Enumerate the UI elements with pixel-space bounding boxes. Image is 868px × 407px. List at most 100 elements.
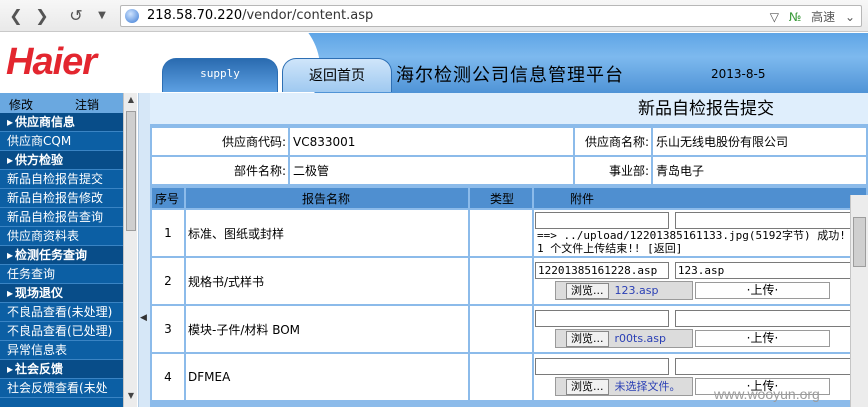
main-scrollbar[interactable] [850, 195, 868, 407]
sidebar-section[interactable]: 社会反馈 [0, 360, 123, 379]
sidebar-section[interactable]: 检测任务查询 [0, 246, 123, 265]
sidebar-item[interactable]: 供应商资料表 [0, 227, 123, 246]
scroll-thumb[interactable] [853, 217, 866, 267]
attachment-cell: 浏览... r00ts.asp ·上传· [534, 306, 866, 352]
attachment-cell: ==> ../upload/12201385161133.jpg(5192字节)… [534, 210, 866, 256]
sidebar-item[interactable]: 新品自检报告查询 [0, 208, 123, 227]
upload-button[interactable]: ·上传· [695, 330, 830, 347]
column-header: 附件 [534, 188, 866, 208]
sidebar-scrollbar[interactable]: ▲ ▼ [123, 93, 137, 407]
sidebar-section[interactable]: 现场退仪 [0, 284, 123, 303]
file-picker[interactable]: 浏览... r00ts.asp [555, 329, 693, 348]
supplier-code-value: VC833001 [290, 128, 573, 155]
watermark: www.wooyun.org [714, 386, 820, 402]
upload-button[interactable]: ·上传· [695, 282, 830, 299]
sidebar-item[interactable]: 不良品查看(未处理) [0, 303, 123, 322]
report-type [470, 258, 532, 304]
history-dropdown-icon[interactable]: ▼ [92, 6, 112, 26]
sidebar-item[interactable]: 新品自检报告修改 [0, 189, 123, 208]
scroll-thumb[interactable] [126, 111, 136, 231]
attachment-path-input[interactable]: 123.asp [674, 262, 863, 279]
sidebar-section[interactable]: 供应商信息 [0, 113, 123, 132]
supplier-name-value: 乐山无线电股份有限公司 [653, 128, 866, 155]
division-label: 事业部: [575, 157, 651, 184]
sidebar-item[interactable]: 新品自检报告提交 [0, 170, 123, 189]
attachment-cell: 12201385161228.asp 123.asp 浏览... 123.asp … [534, 258, 866, 304]
sidebar-menu: 供应商信息供应商CQM供方检验新品自检报告提交新品自检报告修改新品自检报告查询供… [0, 113, 123, 398]
file-picker[interactable]: 浏览... 123.asp [555, 281, 693, 300]
sidebar-item[interactable]: 任务查询 [0, 265, 123, 284]
browser-toolbar: ❮ ❯ ↺ ▼ 218.58.70.220/vendor/content.asp… [0, 0, 868, 32]
report-name: 标准、图纸或封样 [186, 210, 468, 256]
attachment-path-input[interactable] [674, 310, 863, 327]
row-number: 4 [152, 354, 184, 400]
row-number: 3 [152, 306, 184, 352]
row-number: 2 [152, 258, 184, 304]
attachment-name-input[interactable] [535, 310, 669, 327]
tab-home[interactable]: 返回首页 [282, 58, 392, 92]
current-date: 2013-8-5 [711, 67, 766, 81]
logout-link[interactable]: 注销 [75, 96, 99, 113]
attachment-name-input[interactable] [535, 358, 669, 375]
forward-arrow-icon[interactable]: ❯ [32, 6, 52, 26]
system-title: 海尔检测公司信息管理平台 [396, 65, 624, 86]
main-panel: 新品自检报告提交 供应商代码: VC833001 供应商名称: 乐山无线电股份有… [150, 93, 868, 407]
report-name: 模块-子件/材料 BOM [186, 306, 468, 352]
part-name-label: 部件名称: [152, 157, 288, 184]
collapse-arrow-icon[interactable]: ◀ [140, 313, 147, 323]
supplier-name-label: 供应商名称: [575, 128, 651, 155]
app-header: Haier supply 返回首页 海尔检测公司信息管理平台 2013-8-5 [0, 33, 868, 93]
page-title: 新品自检报告提交 [150, 93, 868, 125]
selected-file-name: 未选择文件。 [614, 380, 681, 393]
speed-label[interactable]: 高速 [811, 10, 835, 24]
row-number: 1 [152, 210, 184, 256]
file-picker[interactable]: 浏览... 未选择文件。 [555, 377, 693, 396]
url-path: /vendor/content.asp [242, 8, 374, 23]
column-header: 报告名称 [186, 188, 468, 208]
url-text[interactable]: 218.58.70.220/vendor/content.asp [147, 8, 373, 23]
scroll-up-icon[interactable]: ▲ [125, 95, 137, 109]
report-type [470, 354, 532, 400]
selected-file-name: r00ts.asp [614, 332, 667, 345]
table-row: 2 规格书/式样书 12201385161228.asp 123.asp 浏览.… [152, 258, 866, 304]
scroll-down-icon[interactable]: ▼ [125, 391, 137, 405]
report-name: 规格书/式样书 [186, 258, 468, 304]
table-row: 3 模块-子件/材料 BOM 浏览... r00ts.asp ·上传· [152, 306, 866, 352]
sidebar-item[interactable]: 供应商CQM [0, 132, 123, 151]
sidebar-section[interactable]: 供方检验 [0, 151, 123, 170]
sidebar: 修改 注销 供应商信息供应商CQM供方检验新品自检报告提交新品自检报告修改新品自… [0, 93, 123, 407]
back-arrow-icon[interactable]: ❮ [6, 6, 26, 26]
report-name: DFMEA [186, 354, 468, 400]
sidebar-item[interactable]: 社会反馈查看(未处 [0, 379, 123, 398]
supplier-info-table: 供应商代码: VC833001 供应商名称: 乐山无线电股份有限公司 部件名称:… [150, 126, 868, 186]
table-row: 1 标准、图纸或封样 ==> ../upload/12201385161133.… [152, 210, 866, 256]
tab-supply[interactable]: supply [162, 58, 278, 92]
attachment-path-input[interactable] [674, 211, 863, 229]
browse-button[interactable]: 浏览... [566, 283, 609, 299]
chevron-down-icon[interactable]: ⌄ [845, 10, 855, 24]
address-bar[interactable]: 218.58.70.220/vendor/content.asp ▽ № 高速 … [120, 5, 862, 27]
reload-icon[interactable]: ↺ [66, 6, 86, 26]
browse-button[interactable]: 浏览... [566, 331, 609, 347]
sidebar-item[interactable]: 不良品查看(已处理) [0, 322, 123, 341]
report-type [470, 210, 532, 256]
frame-splitter[interactable]: ◀ [138, 93, 150, 407]
haier-logo: Haier [6, 41, 97, 83]
url-host: 218.58.70.220 [147, 8, 243, 23]
sidebar-item[interactable]: 异常信息表 [0, 341, 123, 360]
selected-file-name: 123.asp [614, 284, 659, 297]
column-header: 序号 [152, 188, 184, 208]
attachment-name-input[interactable] [535, 211, 669, 229]
sidebar-top-bar: 修改 注销 [0, 93, 123, 113]
attachment-path-input[interactable] [674, 358, 863, 375]
division-value: 青岛电子 [653, 157, 866, 184]
dropdown-icon[interactable]: ▽ [770, 10, 779, 24]
logo-area: Haier [0, 33, 152, 93]
speed-icon[interactable]: № [789, 10, 801, 24]
browse-button[interactable]: 浏览... [566, 379, 609, 395]
site-icon [125, 9, 139, 23]
edit-link[interactable]: 修改 [9, 96, 33, 113]
supplier-code-label: 供应商代码: [152, 128, 288, 155]
upload-status[interactable]: 1 个文件上传结束!! [返回] [535, 242, 866, 255]
attachment-name-input[interactable]: 12201385161228.asp [535, 262, 669, 279]
